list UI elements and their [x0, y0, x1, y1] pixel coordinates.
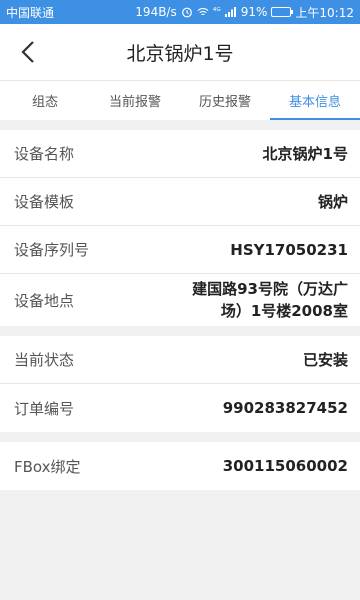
- order-number-label: 订单编号: [14, 399, 75, 418]
- device-name-row: 设备名称 北京锅炉1号: [0, 130, 360, 178]
- device-location-label: 设备地点: [14, 291, 75, 310]
- order-number-row: 订单编号 990283827452: [0, 384, 360, 432]
- tab-configuration[interactable]: 组态: [0, 81, 90, 120]
- device-template-label: 设备模板: [14, 193, 75, 211]
- tab-basic-info[interactable]: 基本信息: [270, 81, 360, 120]
- device-info-section: 设备名称 北京锅炉1号 设备模板 锅炉 设备序列号 HSY17050231 设备…: [0, 130, 360, 326]
- alarm-icon: [181, 6, 193, 18]
- battery-percent: 91%: [240, 5, 268, 19]
- device-serial-value: HSY17050231: [230, 240, 348, 259]
- tab-history-alarms[interactable]: 历史报警: [180, 81, 270, 120]
- battery-icon: [271, 7, 294, 17]
- status-section: 当前状态 已安装 订单编号 990283827452: [0, 336, 360, 432]
- status-right: 194B/s ⁴ᴳ 91% 上午10:12: [135, 4, 354, 21]
- device-serial-label: 设备序列号: [14, 241, 90, 259]
- device-name-label: 设备名称: [14, 145, 75, 163]
- chevron-left-icon: [21, 41, 34, 63]
- carrier-text: 中国联通: [6, 5, 55, 20]
- signal-icon: [224, 6, 237, 18]
- current-status-value: 已安装: [302, 350, 348, 369]
- tab-current-alarms[interactable]: 当前报警: [90, 81, 180, 120]
- device-location-row: 设备地点 建国路93号院（万达广场）1号楼2008室: [0, 274, 360, 326]
- device-name-value: 北京锅炉1号: [262, 144, 348, 163]
- network-speed: 194B/s: [135, 5, 177, 19]
- clock-time: 上午10:12: [295, 5, 354, 20]
- device-template-row: 设备模板 锅炉: [0, 178, 360, 226]
- tab-bar: 组态 当前报警 历史报警 基本信息: [0, 80, 360, 120]
- fbox-section: FBox绑定 300115060002: [0, 442, 360, 490]
- device-location-value: 建国路93号院（万达广场）1号楼2008室: [192, 280, 348, 320]
- device-template-value: 锅炉: [317, 192, 348, 211]
- current-status-row: 当前状态 已安装: [0, 336, 360, 384]
- network-type: ⁴ᴳ: [212, 7, 221, 17]
- page-title: 北京锅炉1号: [126, 42, 234, 65]
- wifi-icon: [197, 6, 209, 18]
- fbox-binding-row: FBox绑定 300115060002: [0, 442, 360, 490]
- current-status-label: 当前状态: [14, 351, 75, 369]
- order-number-value: 990283827452: [222, 399, 348, 417]
- status-bar: 中国联通 194B/s ⁴ᴳ 91% 上午10:12: [0, 0, 360, 24]
- back-button[interactable]: [14, 38, 42, 66]
- device-serial-row: 设备序列号 HSY17050231: [0, 226, 360, 274]
- fbox-binding-label: FBox绑定: [14, 457, 81, 476]
- app-header: 北京锅炉1号: [0, 24, 360, 80]
- fbox-binding-value: 300115060002: [222, 457, 348, 475]
